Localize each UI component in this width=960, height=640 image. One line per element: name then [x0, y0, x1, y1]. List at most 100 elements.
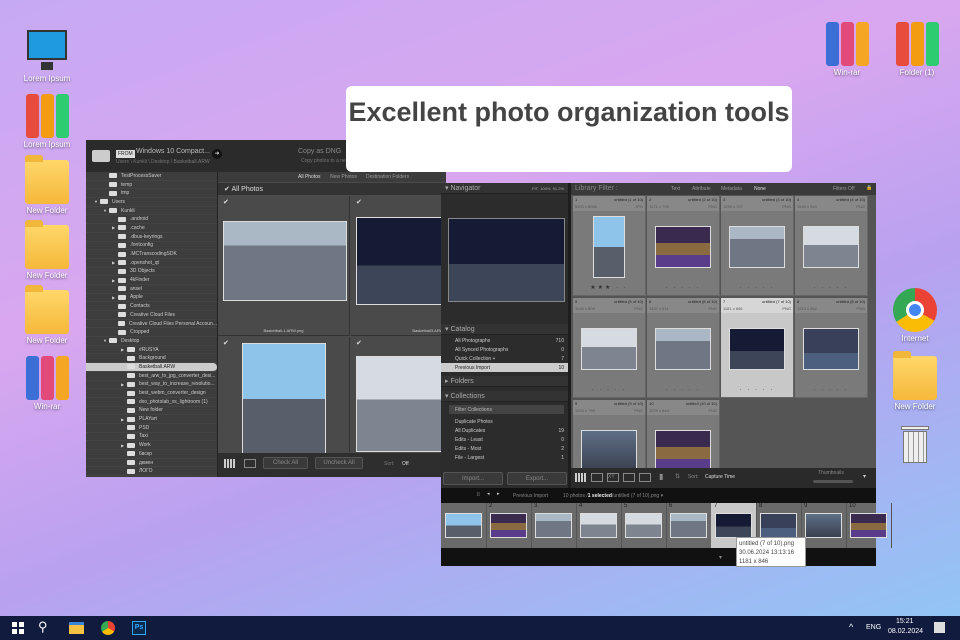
folder-tree-item[interactable]: ЛОГО [86, 467, 217, 477]
folder-tree-item[interactable]: Background [86, 354, 217, 364]
rating-stars[interactable]: · · · · · [721, 285, 793, 291]
folder-tree-item[interactable]: New folder [86, 407, 217, 416]
clock-time[interactable]: 15:21 [896, 618, 914, 625]
file-explorer-icon[interactable] [69, 622, 84, 634]
rating-stars[interactable]: · · · · · [573, 387, 645, 393]
search-icon[interactable]: ⚲ [38, 619, 48, 635]
check-icon[interactable]: ✔ [223, 339, 229, 347]
grid-cell[interactable]: 5 untitled (5 of 10) 1049 x 809 PNG · · · ·… [573, 298, 646, 398]
folder-tree-item[interactable]: ▶ #RUSYA [86, 346, 217, 355]
loupe-view-icon[interactable] [244, 459, 256, 468]
folder-tree-item[interactable]: best_webm_converter_design [86, 389, 217, 398]
sort-direction-icon[interactable]: ⇅ [675, 473, 680, 480]
folder-tree-item[interactable]: ▶ best_way_to_increase_resolutio... [86, 381, 217, 390]
desktop-icon-new-folder-2[interactable]: New Folder [12, 220, 82, 280]
desktop-icon-recycle-bin[interactable] [880, 422, 950, 468]
grid-cell[interactable]: 7 untitled (7 of 10) 1181 x 846 PNG · · · ·… [721, 298, 794, 398]
folder-tree-item[interactable]: Creative Cloud Files Personal Accoun... [86, 320, 217, 329]
photo-thumbnail[interactable] [803, 226, 859, 268]
list-item[interactable]: All Duplicates 19 [441, 426, 568, 435]
grid-cell[interactable]: 3 untitled (3 of 10) 1099 x 707 PNG · · · ·… [721, 196, 794, 296]
filter-metadata[interactable]: Metadata [721, 186, 742, 192]
tab-new-photos[interactable]: New Photos [330, 174, 357, 180]
navigator-preview[interactable] [448, 218, 565, 302]
zoom-100[interactable]: 100% [540, 186, 550, 191]
rating-stars[interactable]: · · · · · [795, 285, 867, 291]
photo-thumbnail[interactable] [625, 513, 662, 538]
list-item[interactable]: Edits - Least 0 [441, 435, 568, 444]
folder-tree-item[interactable]: ▶ 4kFinder [86, 276, 217, 285]
import-photo-cell[interactable]: ✔ Basketball3.ARW.png [351, 196, 466, 336]
tab-destination-folders[interactable]: Destination Folders [366, 174, 409, 180]
folder-tree-item[interactable]: 3D Objects [86, 268, 217, 277]
grid-cell[interactable]: 4 untitled (4 of 10) 1544 x 949 PNG · · · ·… [795, 196, 868, 296]
desktop-icon-folder-1[interactable]: Folder (1) [882, 22, 952, 77]
list-item[interactable]: File - Largest 1 [441, 453, 568, 462]
import-mode[interactable]: Copy as DNG [298, 148, 341, 155]
filmstrip-item[interactable] [441, 503, 487, 548]
photo-thumbnail[interactable] [805, 513, 842, 538]
photo-thumbnail[interactable] [850, 513, 887, 538]
list-item[interactable]: Previous Import 10 [441, 363, 568, 372]
folder-tree-item[interactable]: ▶ .openshot_qt [86, 259, 217, 268]
grid-cell[interactable]: 2 untitled (2 of 10) 1271 x 793 PNG · · · ·… [647, 196, 720, 296]
folder-tree-item[interactable]: dxo_photolab_vs_lightroom (1) [86, 398, 217, 407]
desktop-icon-computer[interactable]: Lorem Ipsum [12, 28, 82, 83]
windows-start-icon[interactable] [12, 622, 24, 634]
photo-thumbnail[interactable] [729, 226, 785, 268]
folder-tree-item[interactable]: ▼ Desktop [86, 337, 217, 346]
grid-cell[interactable]: 8 untitled (8 of 10) 1213 x 952 PNG · · · ·… [795, 298, 868, 398]
folder-tree-item[interactable]: Creative Cloud Files [86, 311, 217, 320]
survey-view-icon[interactable] [623, 473, 635, 482]
collapse-icon[interactable]: ▾ [719, 554, 722, 561]
photo-thumbnail[interactable] [729, 328, 785, 370]
tab-all-photos[interactable]: All Photos [298, 174, 321, 180]
clock-date[interactable]: 08.02.2024 [888, 628, 923, 635]
zoom-custom[interactable]: 91.2% [553, 186, 564, 191]
list-item[interactable]: Duplicate Photos [441, 417, 568, 426]
folder-tree-item[interactable]: 6вскр [86, 450, 217, 459]
check-icon[interactable]: ✔ [356, 339, 362, 347]
folder-tree-item[interactable]: дкмен [86, 459, 217, 468]
filters-off-select[interactable]: Filters Off [833, 186, 855, 192]
grid-view-icon[interactable] [575, 473, 587, 482]
rating-stars[interactable]: · · · · · [647, 285, 719, 291]
lock-icon[interactable]: 🔒 [866, 185, 872, 191]
folder-tree-item[interactable]: best_arw_to_jpg_converter_desi... [86, 372, 217, 381]
photo-thumbnail[interactable] [445, 513, 482, 538]
filmstrip-item[interactable]: 4 [576, 503, 622, 548]
folder-tree-item[interactable]: ▶ PLAYart [86, 415, 217, 424]
rating-stars[interactable]: · · · · · [795, 387, 867, 393]
folder-tree-item[interactable]: PSD [86, 424, 217, 433]
import-button[interactable]: Import... [443, 472, 503, 485]
filmstrip-source[interactable]: Previous Import [513, 493, 548, 499]
folder-tree-item[interactable]: Contacts [86, 302, 217, 311]
filter-text[interactable]: Text [671, 186, 680, 192]
filmstrip-item[interactable]: 10 [846, 503, 892, 548]
folder-tree-item[interactable]: tmp [86, 189, 217, 199]
check-all-button[interactable]: Check All [263, 457, 308, 469]
collections-header[interactable]: ▾ Collections [441, 391, 568, 402]
desktop-icon-winrar[interactable]: Win-rar [12, 356, 82, 411]
folder-tree-item[interactable]: .fontconfig [86, 242, 217, 251]
photo-thumbnail[interactable] [655, 328, 711, 370]
folder-tree-item[interactable]: .dbus-keyrings [86, 233, 217, 242]
filmstrip-item[interactable]: 5 [621, 503, 667, 548]
uncheck-all-button[interactable]: Uncheck All [315, 457, 363, 469]
filter-none[interactable]: None [754, 186, 766, 192]
navigator-header[interactable]: ▾ Navigator FIT 100% 91.2% [441, 183, 568, 194]
photo-thumbnail[interactable] [670, 513, 707, 538]
language-indicator[interactable]: ENG [866, 624, 881, 631]
import-photo-cell[interactable]: ✔ [351, 337, 456, 452]
folder-tree-item[interactable]: ansel [86, 285, 217, 294]
rating-stars[interactable]: · · · · · [721, 387, 793, 393]
folder-tree-item[interactable]: .MCTranscodingSDK [86, 250, 217, 259]
folder-tree-item[interactable]: Cropped [86, 328, 217, 338]
photo-thumbnail[interactable] [593, 216, 625, 278]
desktop-icon-internet[interactable]: Internet [880, 288, 950, 343]
filter-collections-input[interactable]: Filter Collections [449, 405, 564, 414]
list-item[interactable]: All Photographs 710 [441, 336, 568, 345]
desktop-icon-winrar-right[interactable]: Win-rar [812, 22, 882, 77]
sort-select[interactable]: Off [402, 461, 409, 467]
rating-stars[interactable]: ★★★ · · [573, 284, 645, 291]
